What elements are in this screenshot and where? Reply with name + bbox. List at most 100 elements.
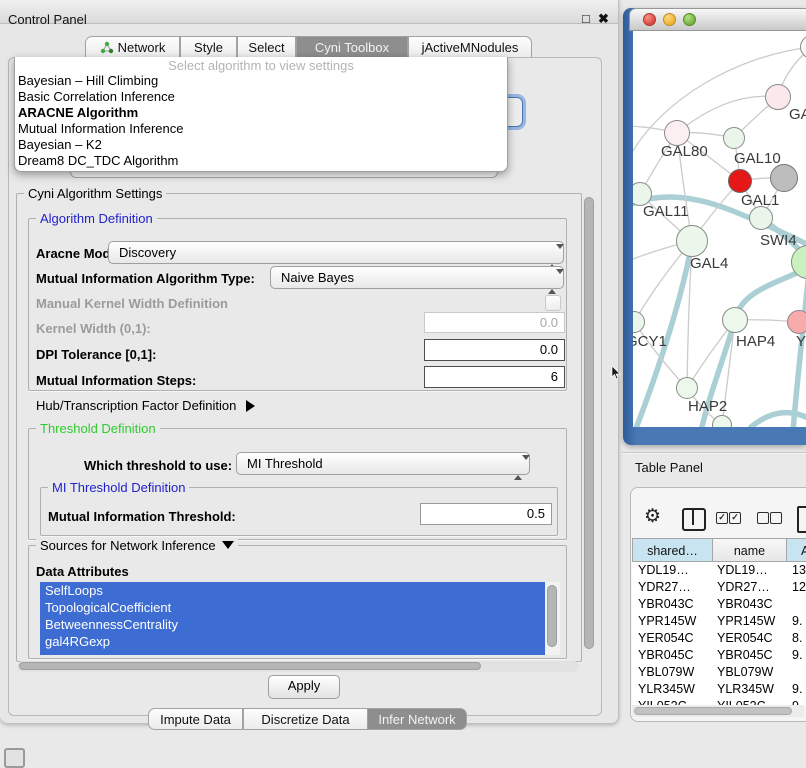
aracne-mode-combobox[interactable]: Discovery bbox=[108, 241, 564, 264]
list-item-topologicalcoefficient[interactable]: TopologicalCoefficient bbox=[45, 599, 535, 616]
tab-select[interactable]: Select bbox=[237, 36, 296, 57]
tab-cyni-toolbox[interactable]: Cyni Toolbox bbox=[296, 36, 408, 57]
which-threshold-value: MI Threshold bbox=[247, 456, 323, 471]
network-node-swi4[interactable] bbox=[749, 206, 773, 230]
tab-impute-data[interactable]: Impute Data bbox=[148, 708, 243, 730]
node-label-gcy1: GCY1 bbox=[633, 333, 667, 350]
unchecked-checkbox-icon[interactable] bbox=[757, 512, 769, 524]
gear-icon[interactable]: ⚙ bbox=[644, 505, 661, 528]
network-node-salmon[interactable] bbox=[787, 310, 806, 334]
menu-item-bayesian-k2[interactable]: Bayesian – K2 bbox=[18, 137, 498, 153]
dropdown-placeholder: Select algorithm to view settings bbox=[15, 58, 507, 73]
dpi-tolerance-field[interactable]: 0.0 bbox=[424, 339, 565, 361]
list-item-betweennesscentrality[interactable]: BetweennessCentrality bbox=[45, 616, 535, 633]
tab-impute-data-label: Impute Data bbox=[160, 712, 231, 727]
checked-checkbox-icon[interactable]: ✓ bbox=[716, 512, 728, 524]
sources-title[interactable]: Sources for Network Inference bbox=[36, 538, 238, 553]
which-threshold-label: Which threshold to use: bbox=[84, 458, 232, 473]
network-node-gal10[interactable] bbox=[723, 127, 745, 149]
settings-vertical-scrollbar[interactable] bbox=[584, 196, 595, 658]
menu-item-mutual-information[interactable]: Mutual Information Inference bbox=[18, 121, 498, 137]
list-item-selfloops[interactable]: SelfLoops bbox=[45, 582, 535, 599]
tab-jactivemnodules[interactable]: jActiveMNodules bbox=[408, 36, 532, 57]
settings-vscrollbar-thumb[interactable] bbox=[584, 197, 594, 649]
table-panel-title: Table Panel bbox=[635, 460, 703, 475]
node-label-gal80: GAL80 bbox=[661, 143, 708, 160]
cell-name: YPR145W bbox=[717, 614, 775, 628]
split-columns-icon[interactable] bbox=[682, 508, 706, 531]
kernel-width-field[interactable]: 0.0 bbox=[424, 312, 565, 333]
cell-name: YDR27… bbox=[717, 580, 770, 594]
network-node-gal1-red[interactable] bbox=[728, 169, 752, 193]
network-node-gray[interactable] bbox=[770, 164, 798, 192]
network-node-hap2[interactable] bbox=[676, 377, 698, 399]
close-icon[interactable]: ✖ bbox=[598, 11, 609, 27]
network-tab-icon bbox=[100, 41, 114, 53]
cell-shared-name: YLR345W bbox=[638, 682, 695, 696]
table-row[interactable]: YLR345WYLR345W9. bbox=[632, 681, 806, 698]
list-scrollbar-thumb[interactable] bbox=[547, 585, 557, 647]
cyni-settings-title: Cyni Algorithm Settings bbox=[24, 186, 166, 201]
tab-select-label: Select bbox=[248, 40, 284, 55]
list-item-gal4rgexp[interactable]: gal4RGexp bbox=[45, 633, 535, 650]
settings-horizontal-scrollbar[interactable] bbox=[17, 661, 579, 672]
mi-threshold-field[interactable]: 0.5 bbox=[420, 503, 552, 525]
cell-value: 9. bbox=[792, 648, 802, 662]
table-row[interactable]: YDR27…YDR27…12 bbox=[632, 579, 806, 596]
menu-item-dream8[interactable]: Dream8 DC_TDC Algorithm bbox=[18, 153, 498, 169]
minimized-panel-icon[interactable] bbox=[4, 748, 25, 768]
data-attributes-list[interactable]: SelfLoops TopologicalCoefficient Between… bbox=[40, 582, 560, 655]
network-canvas[interactable]: GAL7 GAL80 GAL10 GAL1 SWI4 GAL11 GAL4 GC… bbox=[633, 31, 806, 427]
tab-network[interactable]: Network bbox=[85, 36, 180, 57]
which-threshold-combobox[interactable]: MI Threshold bbox=[236, 452, 530, 475]
tab-style[interactable]: Style bbox=[180, 36, 237, 57]
tab-discretize-data[interactable]: Discretize Data bbox=[243, 708, 368, 730]
column-header-name[interactable]: name bbox=[712, 538, 786, 562]
minimize-traffic-light-icon[interactable] bbox=[663, 13, 676, 26]
zoom-traffic-light-icon[interactable] bbox=[683, 13, 696, 26]
float-window-icon[interactable]: □ bbox=[582, 11, 590, 26]
cell-name: YBR043C bbox=[717, 597, 773, 611]
spinner-arrows-icon bbox=[514, 457, 523, 478]
hub-definition-expander[interactable]: Hub/Transcription Factor Definition bbox=[36, 398, 255, 413]
menu-item-aracne[interactable]: ARACNE Algorithm bbox=[18, 105, 498, 121]
table-row[interactable]: YBL079WYBL079W bbox=[632, 664, 806, 681]
table-hscrollbar-thumb[interactable] bbox=[634, 707, 792, 715]
close-traffic-light-icon[interactable] bbox=[643, 13, 656, 26]
document-icon[interactable] bbox=[797, 506, 806, 533]
cell-name: YBL079W bbox=[717, 665, 773, 679]
mi-steps-field[interactable]: 6 bbox=[424, 366, 565, 388]
network-node-hap4[interactable] bbox=[722, 307, 748, 333]
expander-arrow-icon bbox=[246, 400, 255, 412]
settings-hscrollbar-thumb[interactable] bbox=[19, 662, 481, 670]
aracne-mode-value: Discovery bbox=[119, 245, 176, 260]
table-horizontal-scrollbar[interactable] bbox=[632, 705, 804, 717]
apply-button[interactable]: Apply bbox=[268, 675, 340, 699]
manual-kernel-width-checkbox[interactable] bbox=[545, 295, 561, 311]
mi-steps-label: Mutual Information Steps: bbox=[36, 373, 196, 388]
column-header-shared-name[interactable]: shared… bbox=[632, 538, 712, 562]
checked-checkbox-icon[interactable]: ✓ bbox=[729, 512, 741, 524]
table-row[interactable]: YDL19…YDL19…13 bbox=[632, 562, 806, 579]
table-row[interactable]: YER054CYER054C8. bbox=[632, 630, 806, 647]
column-header-partial[interactable]: A bbox=[786, 538, 806, 562]
node-label-gal1: GAL1 bbox=[741, 192, 779, 209]
cell-value: 13 bbox=[792, 563, 806, 577]
mouse-cursor bbox=[611, 366, 621, 380]
tab-infer-network[interactable]: Infer Network bbox=[368, 708, 467, 730]
cell-value: 12 bbox=[792, 580, 806, 594]
collapse-arrow-icon bbox=[222, 541, 234, 549]
menu-item-bayesian-hill-climbing[interactable]: Bayesian – Hill Climbing bbox=[18, 73, 498, 89]
unchecked-checkbox-icon[interactable] bbox=[770, 512, 782, 524]
menu-item-basic-correlation[interactable]: Basic Correlation Inference bbox=[18, 89, 498, 105]
cell-name: YDL19… bbox=[717, 563, 768, 577]
table-row[interactable]: YBR045CYBR045C9. bbox=[632, 647, 806, 664]
control-panel-titlebar[interactable] bbox=[0, 0, 618, 24]
list-scrollbar[interactable] bbox=[545, 582, 560, 655]
table-row[interactable]: YPR145WYPR145W9. bbox=[632, 613, 806, 630]
mi-algorithm-type-combobox[interactable]: Naive Bayes bbox=[270, 266, 564, 289]
network-node-gal7[interactable] bbox=[765, 84, 791, 110]
table-row[interactable]: YBR043CYBR043C bbox=[632, 596, 806, 613]
panel-divider[interactable] bbox=[622, 452, 806, 454]
network-node-gal4[interactable] bbox=[676, 225, 708, 257]
